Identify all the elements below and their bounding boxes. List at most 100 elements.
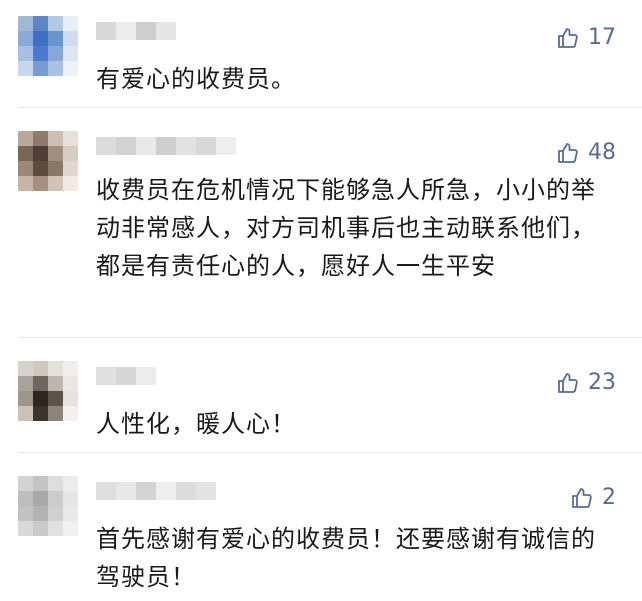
avatar-pixel [33, 131, 48, 146]
avatar-pixel [48, 376, 63, 391]
like-count: 23 [588, 370, 616, 395]
comment-item: 17 有爱心的收费员。 [0, 0, 642, 100]
avatar-pixel [48, 161, 63, 176]
avatar-pixel [33, 506, 48, 521]
avatar-pixel [33, 476, 48, 491]
avatar-pixel [48, 506, 63, 521]
avatar[interactable] [18, 131, 78, 191]
username-pixel [116, 482, 136, 500]
username-pixel [136, 137, 156, 155]
username-pixel [196, 137, 216, 155]
username-blurred[interactable] [96, 22, 176, 40]
avatar-pixel [48, 61, 63, 76]
avatar-pixel [33, 146, 48, 161]
username-blurred[interactable] [96, 137, 236, 155]
thumbs-up-icon [556, 26, 580, 50]
avatar-pixel [48, 391, 63, 406]
divider [18, 337, 642, 338]
avatar-pixel [48, 146, 63, 161]
username-pixel [116, 22, 136, 40]
avatar-pixel [18, 521, 33, 536]
username-blurred[interactable] [96, 482, 216, 500]
comment-text: 有爱心的收费员。 [96, 65, 296, 93]
avatar-pixel [18, 391, 33, 406]
username-pixel [96, 22, 116, 40]
comment-item: 48 收费员在危机情况下能够急人所急，小小的举动非常感人，对方司机事后也主动联系… [0, 115, 642, 330]
avatar-pixel [33, 176, 48, 191]
thumbs-up-icon [556, 141, 580, 165]
avatar-pixel [48, 361, 63, 376]
comments-list: 17 有爱心的收费员。 48 收费员在危机情况下能够急人所急，小小的举动非常感人… [0, 0, 642, 601]
username-pixel [216, 137, 236, 155]
avatar-pixel [63, 131, 78, 146]
username-pixel [116, 367, 136, 385]
username-blurred[interactable] [96, 367, 156, 385]
avatar-pixel [63, 61, 78, 76]
avatar-pixel [63, 146, 78, 161]
avatar-pixel [48, 476, 63, 491]
avatar[interactable] [18, 476, 78, 536]
avatar-pixel [63, 406, 78, 421]
username-pixel [156, 22, 176, 40]
avatar-pixel [63, 176, 78, 191]
avatar-pixel [18, 161, 33, 176]
avatar-pixel [48, 46, 63, 61]
avatar-pixel [63, 361, 78, 376]
avatar-pixel [63, 31, 78, 46]
avatar-pixel [33, 406, 48, 421]
avatar-pixel [18, 46, 33, 61]
avatar-pixel [48, 491, 63, 506]
like-count: 2 [602, 485, 616, 510]
avatar-pixel [18, 61, 33, 76]
avatar-pixel [33, 161, 48, 176]
avatar-pixel [63, 521, 78, 536]
like-count: 48 [588, 140, 616, 165]
avatar-pixel [18, 376, 33, 391]
username-pixel [96, 482, 116, 500]
avatar-pixel [33, 521, 48, 536]
like-button[interactable]: 17 [556, 26, 616, 50]
avatar[interactable] [18, 361, 78, 421]
comment-text: 收费员在危机情况下能够急人所急，小小的举动非常感人，对方司机事后也主动联系他们，… [96, 176, 596, 280]
avatar-pixel [48, 16, 63, 31]
avatar-pixel [63, 391, 78, 406]
avatar-pixel [18, 176, 33, 191]
avatar-pixel [48, 31, 63, 46]
avatar-pixel [18, 146, 33, 161]
avatar-pixel [48, 521, 63, 536]
username-pixel [156, 482, 176, 500]
avatar-pixel [33, 16, 48, 31]
thumbs-up-icon [570, 486, 594, 510]
comment-text: 首先感谢有爱心的收费员！还要感谢有诚信的驾驶员！ [96, 525, 596, 591]
comment-item: 2 首先感谢有爱心的收费员！还要感谢有诚信的驾驶员！ [0, 460, 642, 601]
avatar-pixel [63, 46, 78, 61]
avatar[interactable] [18, 16, 78, 76]
avatar-pixel [18, 131, 33, 146]
comment-text: 人性化，暖人心！ [96, 410, 296, 438]
avatar-pixel [18, 506, 33, 521]
avatar-pixel [18, 361, 33, 376]
avatar-pixel [33, 361, 48, 376]
avatar-pixel [63, 161, 78, 176]
like-button[interactable]: 2 [570, 486, 616, 510]
thumbs-up-icon [556, 371, 580, 395]
like-button[interactable]: 23 [556, 371, 616, 395]
username-pixel [176, 482, 196, 500]
avatar-pixel [63, 376, 78, 391]
username-pixel [116, 137, 136, 155]
avatar-pixel [63, 476, 78, 491]
like-button[interactable]: 48 [556, 141, 616, 165]
avatar-pixel [33, 391, 48, 406]
avatar-pixel [18, 31, 33, 46]
avatar-pixel [18, 16, 33, 31]
avatar-pixel [18, 476, 33, 491]
divider [18, 452, 642, 453]
username-pixel [96, 137, 116, 155]
username-pixel [136, 367, 156, 385]
avatar-pixel [48, 131, 63, 146]
avatar-pixel [33, 31, 48, 46]
avatar-pixel [63, 491, 78, 506]
username-pixel [136, 22, 156, 40]
avatar-pixel [63, 506, 78, 521]
username-pixel [196, 482, 216, 500]
